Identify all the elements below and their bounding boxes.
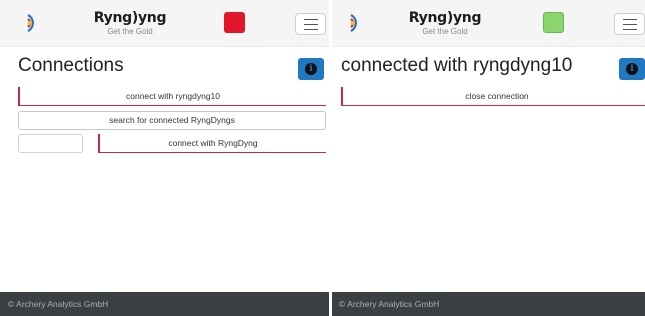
hamburger-menu-icon [623,19,637,20]
info-icon: i [626,63,638,75]
close-connection-button[interactable]: close connection [341,87,645,106]
info-icon: i [305,63,317,75]
connect-device-button[interactable]: connect with RyngDyng [98,134,326,153]
screenshot-composite: Ryng)yng Get the Gold Connections i conn… [0,0,645,316]
ryngdyng-target-icon[interactable] [345,12,367,34]
top-navbar: Ryng)yng Get the Gold [0,0,331,47]
connection-status-indicator [224,12,245,33]
copyright-text: © Archery Analytics GmbH [8,299,109,309]
connected-screen: Ryng)yng Get the Gold connected with ryn… [331,0,645,316]
hamburger-menu-icon [304,19,318,20]
info-button[interactable]: i [298,58,324,80]
connection-status-indicator [543,12,564,33]
connect-known-device-button[interactable]: connect with ryngdyng10 [18,87,326,106]
ryngdyng-target-icon[interactable] [22,12,44,34]
brand-logo[interactable]: Ryng)yng Get the Gold [405,10,485,37]
menu-toggle-button[interactable] [614,13,645,35]
search-devices-button[interactable]: search for connected RyngDyngs [18,111,326,130]
brand-name: Ryng)yng [93,10,167,26]
device-id-input[interactable] [18,134,83,153]
copyright-text: © Archery Analytics GmbH [339,299,440,309]
menu-toggle-button[interactable] [295,13,326,35]
screen-divider [329,0,332,316]
footer: © Archery Analytics GmbH [331,292,645,316]
page-title: connected with ryngdyng10 [341,55,573,76]
footer: © Archery Analytics GmbH [0,292,331,316]
brand-tagline: Get the Gold [107,27,153,36]
top-navbar: Ryng)yng Get the Gold [331,0,645,47]
brand-logo[interactable]: Ryng)yng Get the Gold [90,10,170,37]
connections-screen: Ryng)yng Get the Gold Connections i conn… [0,0,331,316]
info-button[interactable]: i [619,58,645,80]
brand-name: Ryng)yng [408,10,482,26]
page-title: Connections [18,55,124,76]
brand-tagline: Get the Gold [422,27,468,36]
